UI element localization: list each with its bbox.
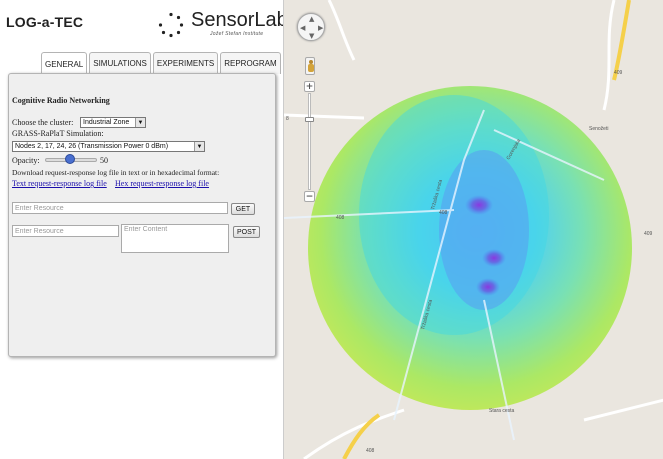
road-label: 409 xyxy=(614,70,623,76)
pan-control[interactable]: ▲ ▼ ◀ ▶ xyxy=(297,13,325,41)
hex-log-link[interactable]: Hex request-response log file xyxy=(115,179,209,188)
opacity-value: 50 xyxy=(100,156,108,165)
zoom-out-button[interactable]: − xyxy=(304,191,315,202)
tab-experiments[interactable]: EXPERIMENTS xyxy=(152,52,219,74)
map-canvas: 409 8 408 408 408 409 Tržaška cesta Trža… xyxy=(284,0,663,459)
node-hotspot xyxy=(465,195,493,215)
opacity-slider-handle[interactable] xyxy=(65,154,75,164)
road-label: 408 xyxy=(366,448,375,454)
control-sidebar: LOG-a-TEC SensorLab Jožef Stefan Institu… xyxy=(0,0,288,459)
get-resource-input[interactable]: Enter Resource xyxy=(12,202,228,214)
road-label: 8 xyxy=(286,116,289,122)
post-content-textarea[interactable]: Enter Content xyxy=(121,224,229,253)
pan-right-icon[interactable]: ▶ xyxy=(318,24,323,32)
simulation-label: GRASS-RaPlaT Simulation: xyxy=(12,129,104,138)
logo-subtext: Jožef Stefan Institute xyxy=(210,31,264,37)
road-label: 408 xyxy=(336,215,345,221)
road-label: 408 xyxy=(439,210,448,216)
tab-general[interactable]: GENERAL xyxy=(41,52,88,75)
pan-up-icon[interactable]: ▲ xyxy=(309,15,314,23)
panel-heading: Cognitive Radio Networking xyxy=(12,96,110,105)
zoom-slider-track[interactable] xyxy=(308,93,311,190)
simulation-select[interactable]: Nodes 2, 17, 24, 26 (Transmission Power … xyxy=(12,141,205,152)
download-label: Download request-response log file in te… xyxy=(12,168,220,177)
get-button[interactable]: GET xyxy=(231,203,255,215)
tab-bar: GENERAL SIMULATIONS EXPERIMENTS REPROGRA… xyxy=(41,52,281,75)
logo-text: SensorLab xyxy=(191,9,288,31)
tab-reprogram[interactable]: REPROGRAM xyxy=(220,52,281,74)
sensorlab-logo-icon xyxy=(158,12,184,38)
cluster-select[interactable]: Industrial Zone ▼ xyxy=(80,117,146,128)
text-log-link[interactable]: Text request-response log file xyxy=(12,179,107,188)
pegman-body xyxy=(308,64,314,72)
general-panel: Cognitive Radio Networking Choose the cl… xyxy=(8,73,276,357)
chevron-down-icon: ▼ xyxy=(194,142,204,151)
pan-down-icon[interactable]: ▼ xyxy=(309,32,314,40)
cluster-select-value: Industrial Zone xyxy=(83,119,130,126)
pan-left-icon[interactable]: ◀ xyxy=(300,24,305,32)
app-title: LOG-a-TEC xyxy=(6,14,84,30)
road-label: Senožeti xyxy=(589,126,608,132)
zoom-slider-handle[interactable] xyxy=(305,117,314,122)
node-hotspot xyxy=(482,249,506,267)
cluster-label: Choose the cluster: xyxy=(12,118,74,127)
street-view-pegman-icon[interactable] xyxy=(305,57,315,75)
post-button[interactable]: POST xyxy=(233,226,260,238)
zoom-in-button[interactable]: + xyxy=(304,81,315,92)
chevron-down-icon: ▼ xyxy=(135,118,145,127)
road-label: 409 xyxy=(644,231,653,237)
coverage-map[interactable]: 409 8 408 408 408 409 Tržaška cesta Trža… xyxy=(283,0,663,459)
node-hotspot xyxy=(476,278,500,296)
simulation-select-value: Nodes 2, 17, 24, 26 (Transmission Power … xyxy=(15,143,169,150)
opacity-label: Opacity: xyxy=(12,156,40,165)
road-label: Stara cesta xyxy=(489,408,515,414)
post-resource-input[interactable]: Enter Resource xyxy=(12,225,119,237)
tab-simulations[interactable]: SIMULATIONS xyxy=(89,52,151,74)
